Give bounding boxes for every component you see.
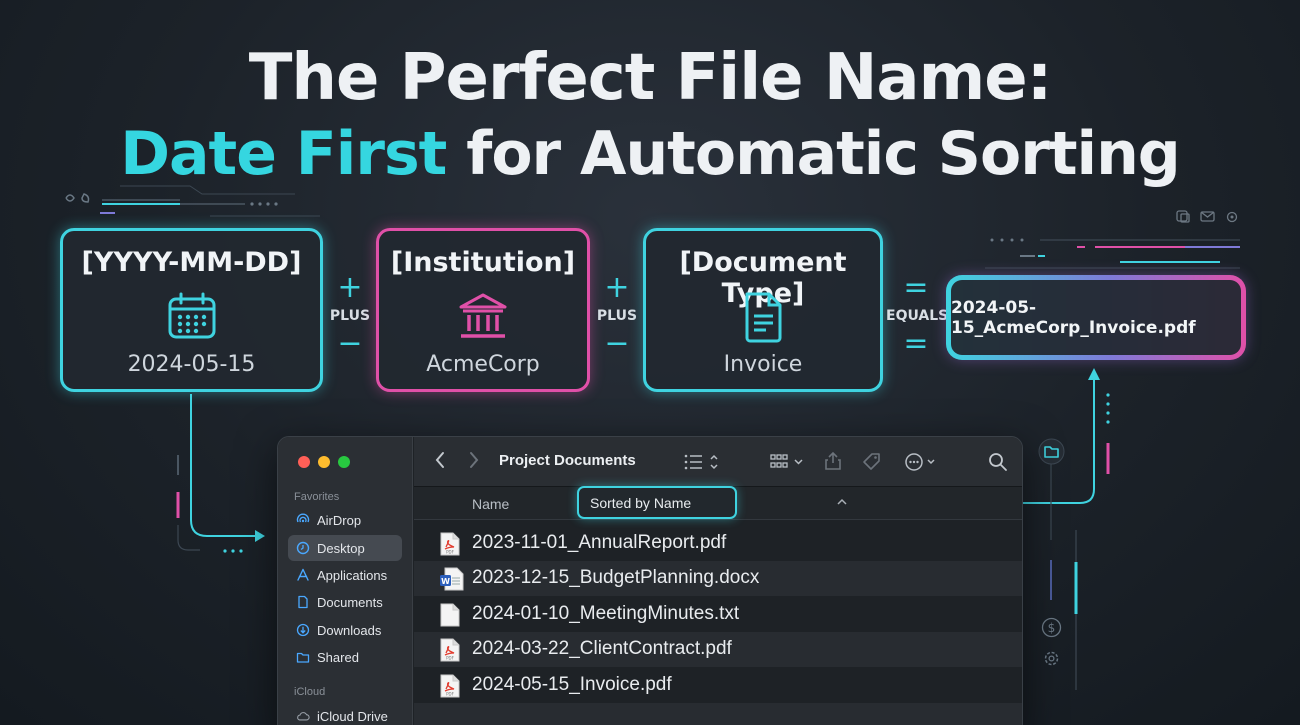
window-title: Project Documents — [499, 452, 636, 469]
sort-chevron-icon[interactable] — [836, 493, 848, 515]
sidebar-item-icloud-drive[interactable]: iCloud Drive — [288, 703, 402, 725]
finder-sidebar: Favorites AirDrop Desktop Applications D… — [278, 437, 413, 725]
zoom-window-button[interactable] — [338, 456, 350, 468]
sidebar-item-desktop[interactable]: Desktop — [288, 535, 402, 561]
svg-text:PDF: PDF — [446, 656, 454, 661]
empty-row — [414, 703, 1022, 725]
sidebar-item-label: Documents — [317, 594, 383, 610]
sidebar-item-downloads[interactable]: Downloads — [288, 617, 402, 643]
folder-icon — [1038, 438, 1065, 469]
sidebar-item-label: AirDrop — [317, 512, 362, 528]
downloads-icon — [296, 623, 310, 637]
pdf-file-icon: PDF — [440, 532, 460, 556]
pdf-file-icon: PDF — [440, 674, 460, 698]
sidebar-item-shared[interactable]: Shared — [288, 644, 402, 670]
name-column-header[interactable]: Name — [472, 496, 509, 512]
pdf-file-icon: PDF — [440, 638, 460, 662]
sidebar-item-label: Desktop — [317, 540, 365, 556]
svg-text:PDF: PDF — [446, 692, 454, 697]
sidebar-item-label: Shared — [317, 649, 359, 665]
svg-text:W: W — [441, 577, 450, 586]
gear-icon — [1041, 648, 1062, 673]
finder-toolbar: Project Documents — [414, 437, 1022, 487]
file-row[interactable]: 2024-01-10_MeetingMinutes.txt — [414, 597, 1022, 632]
file-name: 2024-05-15_Invoice.pdf — [472, 674, 672, 695]
svg-text:PDF: PDF — [446, 550, 454, 555]
forward-button[interactable] — [468, 451, 480, 473]
file-row[interactable]: W 2023-12-15_BudgetPlanning.docx — [414, 561, 1022, 596]
text-file-icon — [440, 603, 460, 627]
list-view-button[interactable] — [684, 453, 724, 475]
sidebar-item-applications[interactable]: Applications — [288, 562, 402, 588]
file-name: 2023-11-01_AnnualReport.pdf — [472, 532, 727, 553]
search-icon[interactable] — [988, 452, 1008, 476]
desktop-icon — [296, 541, 310, 555]
sort-by-name-indicator[interactable]: Sorted by Name — [577, 486, 737, 519]
file-name: 2024-01-10_MeetingMinutes.txt — [472, 603, 740, 624]
cloud-icon — [296, 709, 310, 723]
favorites-header: Favorites — [294, 491, 340, 503]
file-row[interactable]: PDF 2024-05-15_Invoice.pdf — [414, 668, 1022, 703]
tag-icon[interactable] — [862, 452, 882, 476]
finder-window: Favorites AirDrop Desktop Applications D… — [277, 436, 1023, 725]
airdrop-icon — [296, 513, 310, 527]
sidebar-item-label: iCloud Drive — [317, 708, 388, 724]
file-name: 2024-03-22_ClientContract.pdf — [472, 638, 732, 659]
file-name: 2023-12-15_BudgetPlanning.docx — [472, 567, 760, 588]
sidebar-item-documents[interactable]: Documents — [288, 589, 402, 615]
applications-icon — [296, 568, 310, 582]
shared-folder-icon — [296, 650, 310, 664]
back-button[interactable] — [434, 451, 446, 473]
sidebar-item-label: Downloads — [317, 622, 382, 638]
svg-text:$: $ — [1048, 621, 1056, 635]
more-actions-button[interactable] — [904, 452, 940, 476]
minimize-window-button[interactable] — [318, 456, 330, 468]
sidebar-item-airdrop[interactable]: AirDrop — [288, 507, 402, 533]
file-row[interactable]: PDF 2024-03-22_ClientContract.pdf — [414, 632, 1022, 667]
dollar-icon: $ — [1041, 617, 1062, 642]
word-file-icon: W — [440, 567, 464, 591]
icloud-header: iCloud — [294, 686, 326, 698]
group-view-button[interactable] — [770, 453, 806, 475]
documents-icon — [296, 595, 310, 609]
share-icon[interactable] — [824, 451, 842, 475]
close-window-button[interactable] — [298, 456, 310, 468]
file-row[interactable]: PDF 2023-11-01_AnnualReport.pdf — [414, 526, 1022, 561]
sidebar-item-label: Applications — [317, 567, 388, 583]
